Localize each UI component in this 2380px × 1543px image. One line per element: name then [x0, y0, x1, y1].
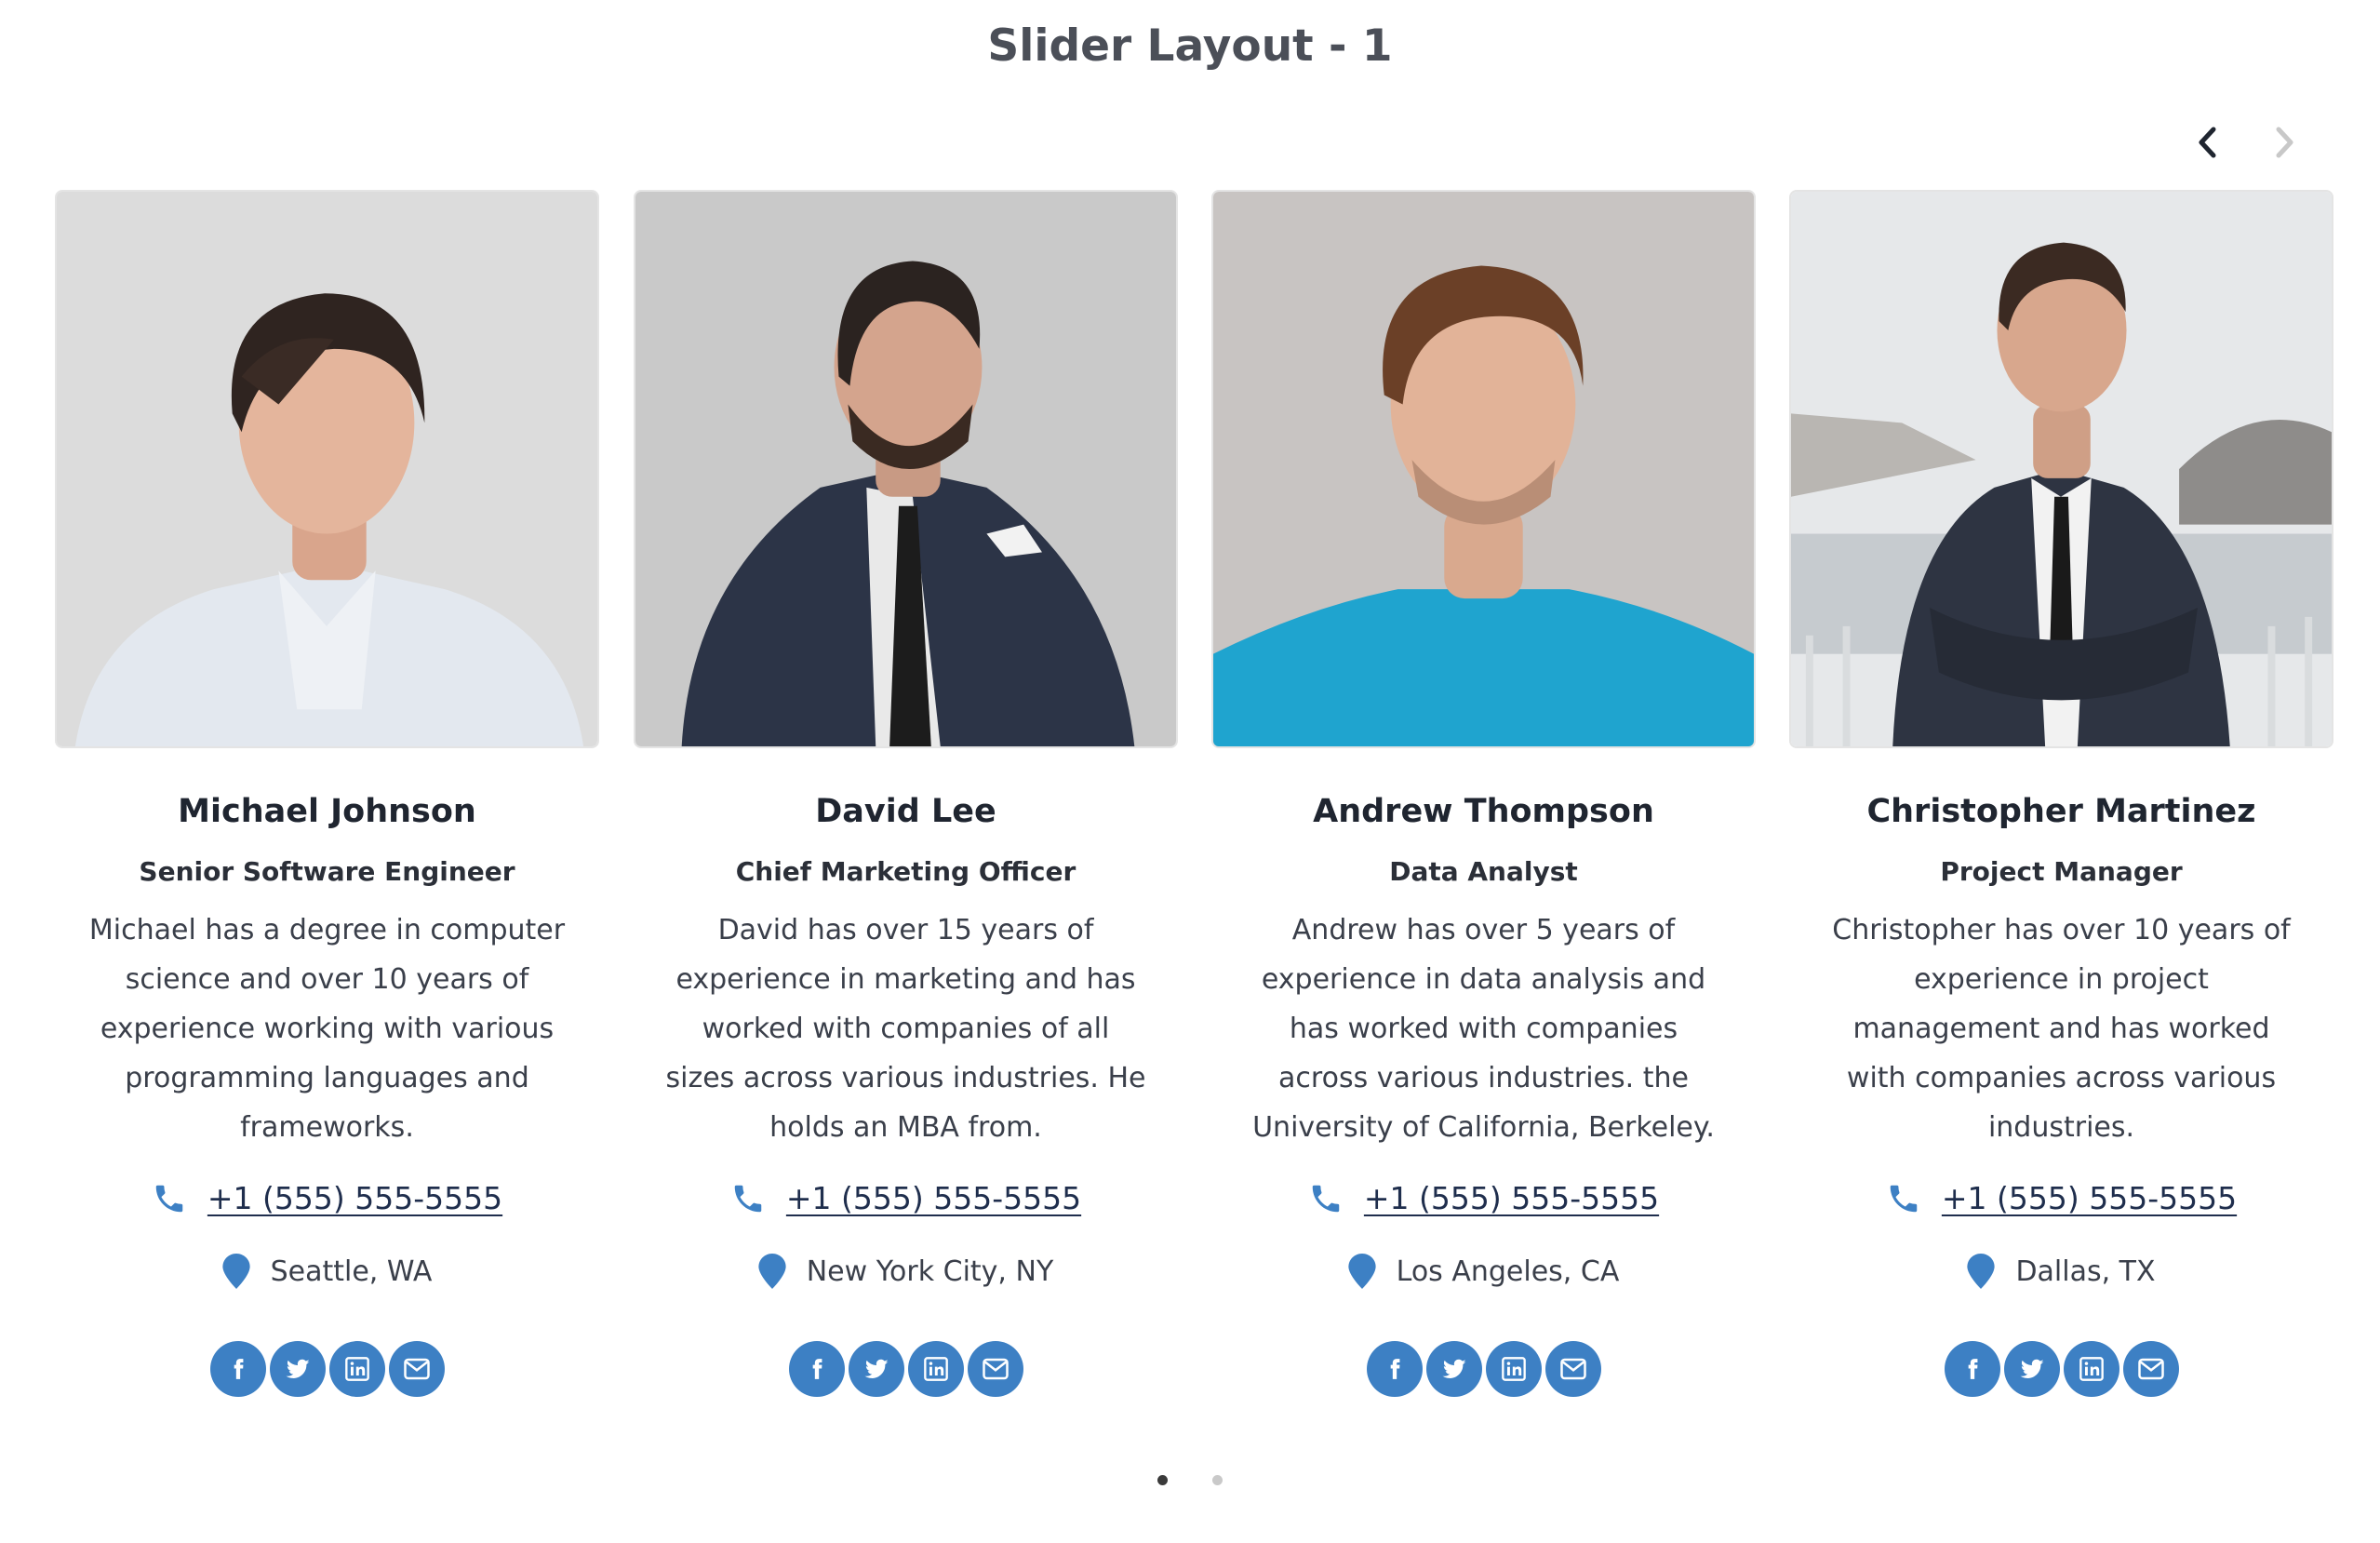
twitter-button[interactable] [2003, 1341, 2060, 1397]
member-name: Andrew Thompson [1313, 793, 1654, 830]
team-card: Christopher Martinez Project Manager Chr… [1789, 190, 2333, 1397]
pagination-dot-2[interactable] [1212, 1475, 1223, 1485]
phone-link[interactable]: +1 (555) 555-5555 [207, 1180, 502, 1216]
profile-photo [1211, 190, 1756, 748]
phone-row: +1 (555) 555-5555 [55, 1180, 599, 1216]
facebook-button[interactable] [1366, 1341, 1423, 1397]
facebook-icon [234, 1359, 243, 1379]
linkedin-button[interactable] [907, 1341, 964, 1397]
facebook-icon [1968, 1359, 1977, 1379]
location-text: Los Angeles, CA [1396, 1255, 1620, 1288]
location-text: New York City, NY [806, 1255, 1054, 1288]
linkedin-button[interactable] [328, 1341, 385, 1397]
location-row: New York City, NY [634, 1254, 1178, 1289]
phone-icon [1886, 1181, 1921, 1216]
location-row: Seattle, WA [55, 1254, 599, 1289]
phone-row: +1 (555) 555-5555 [634, 1180, 1178, 1216]
email-button[interactable] [2122, 1341, 2179, 1397]
phone-link[interactable]: +1 (555) 555-5555 [1942, 1180, 2237, 1216]
twitter-button[interactable] [1425, 1341, 1482, 1397]
facebook-icon [1390, 1359, 1399, 1379]
member-name: Christopher Martinez [1866, 793, 2256, 830]
email-icon [982, 1358, 1009, 1380]
slider-pagination [0, 1475, 2380, 1485]
twitter-button[interactable] [269, 1341, 326, 1397]
twitter-icon [1442, 1359, 1465, 1378]
slider-track: Michael Johnson Senior Software Engineer… [0, 0, 2380, 1543]
linkedin-icon [344, 1357, 369, 1381]
phone-link[interactable]: +1 (555) 555-5555 [786, 1180, 1081, 1216]
email-icon [2137, 1358, 2164, 1380]
profile-photo [55, 190, 599, 748]
member-description: Christopher has over 10 years of experie… [1832, 914, 2291, 1144]
map-pin-icon [1967, 1254, 1996, 1289]
linkedin-icon [923, 1357, 948, 1381]
team-card: Andrew Thompson Data Analyst Andrew has … [1211, 190, 1756, 1397]
member-title: Chief Marketing Officer [735, 856, 1076, 887]
location-text: Seattle, WA [270, 1255, 433, 1288]
location-text: Dallas, TX [2015, 1255, 2156, 1288]
phone-icon [1308, 1181, 1344, 1216]
email-icon [1559, 1358, 1586, 1380]
facebook-icon [812, 1359, 822, 1379]
team-card: Michael Johnson Senior Software Engineer… [55, 190, 599, 1397]
location-row: Dallas, TX [1789, 1254, 2333, 1289]
email-icon [403, 1358, 430, 1380]
linkedin-button[interactable] [2063, 1341, 2119, 1397]
pagination-dot-1[interactable] [1157, 1475, 1168, 1485]
facebook-button[interactable] [1944, 1341, 2000, 1397]
twitter-icon [864, 1359, 888, 1378]
map-pin-icon [1348, 1254, 1376, 1289]
email-button[interactable] [388, 1341, 445, 1397]
member-title: Project Manager [1940, 856, 2183, 887]
member-name: Michael Johnson [178, 793, 476, 830]
map-pin-icon [221, 1254, 250, 1289]
profile-photo [634, 190, 1178, 748]
facebook-button[interactable] [209, 1341, 266, 1397]
location-row: Los Angeles, CA [1211, 1254, 1756, 1289]
twitter-icon [286, 1359, 309, 1378]
social-links [634, 1341, 1178, 1397]
member-description: Andrew has over 5 years of experience in… [1252, 914, 1715, 1144]
phone-row: +1 (555) 555-5555 [1211, 1180, 1756, 1216]
social-links [1789, 1341, 2333, 1397]
linkedin-icon [1501, 1357, 1526, 1381]
team-card: David Lee Chief Marketing Officer David … [634, 190, 1178, 1397]
member-title: Data Analyst [1389, 856, 1578, 887]
phone-icon [152, 1181, 187, 1216]
facebook-button[interactable] [788, 1341, 845, 1397]
twitter-button[interactable] [848, 1341, 904, 1397]
phone-icon [730, 1181, 766, 1216]
social-links [1211, 1341, 1756, 1397]
email-button[interactable] [1544, 1341, 1601, 1397]
twitter-icon [2020, 1359, 2043, 1378]
member-description: David has over 15 years of experience in… [665, 914, 1146, 1144]
phone-link[interactable]: +1 (555) 555-5555 [1364, 1180, 1659, 1216]
member-title: Senior Software Engineer [139, 856, 515, 887]
linkedin-icon [2079, 1357, 2104, 1381]
social-links [55, 1341, 599, 1397]
member-name: David Lee [815, 793, 996, 830]
email-button[interactable] [967, 1341, 1023, 1397]
profile-photo [1789, 190, 2333, 748]
linkedin-button[interactable] [1485, 1341, 1542, 1397]
member-description: Michael has a degree in computer science… [88, 914, 566, 1144]
map-pin-icon [758, 1254, 786, 1289]
phone-row: +1 (555) 555-5555 [1789, 1180, 2333, 1216]
